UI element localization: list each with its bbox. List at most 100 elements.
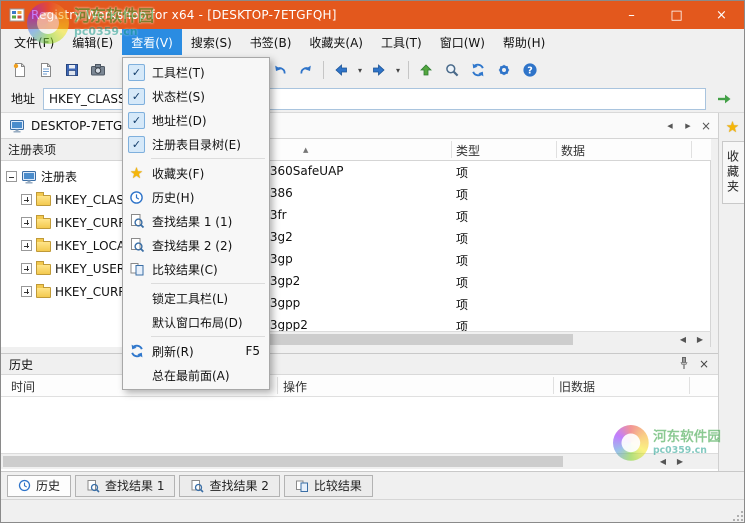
menu-item-lock-toolbar[interactable]: 锁定工具栏(L) — [124, 286, 268, 310]
tab-find-results-2[interactable]: 查找结果 2 — [179, 474, 280, 497]
svg-text:?: ? — [527, 65, 533, 76]
column-separator[interactable] — [556, 141, 557, 158]
expand-icon[interactable] — [21, 240, 32, 251]
scroll-right-icon[interactable]: ▶ — [692, 333, 708, 346]
history-horizontal-scrollbar[interactable]: ◀ ▶ — [1, 453, 718, 469]
column-separator[interactable] — [691, 141, 692, 158]
column-header-type[interactable]: 类型 — [456, 142, 480, 159]
undo-icon[interactable] — [267, 58, 293, 82]
tree-panel-caption: 注册表项 — [1, 139, 131, 161]
row-type: 项 — [456, 210, 469, 224]
up-level-icon[interactable] — [413, 58, 439, 82]
maximize-button[interactable]: □ — [654, 1, 699, 29]
history-title: 历史 — [9, 357, 34, 372]
resize-grip[interactable] — [731, 509, 744, 522]
prev-window-icon[interactable]: ◀ — [662, 118, 678, 134]
expand-icon[interactable] — [21, 286, 32, 297]
snapshot-camera-icon[interactable] — [85, 58, 111, 82]
column-header-data[interactable]: 数据 — [561, 142, 585, 159]
settings-gear-icon[interactable] — [491, 58, 517, 82]
column-separator[interactable] — [553, 377, 554, 394]
menu-item-registry-tree[interactable]: ✓ 注册表目录树(E) — [124, 132, 268, 156]
go-arrow-icon[interactable] — [710, 87, 740, 111]
row-name: .3gpp2 — [266, 318, 308, 331]
history-caption-buttons: × — [677, 356, 712, 373]
favorites-strip: ★ 收藏夹 — [718, 113, 745, 471]
menu-item-history[interactable]: 历史(H) — [124, 185, 268, 209]
pin-icon[interactable] — [677, 356, 691, 373]
refresh-icon[interactable] — [465, 58, 491, 82]
tab-find-results-1[interactable]: 查找结果 1 — [75, 474, 176, 497]
favorites-side-tab[interactable]: 收藏夹 — [721, 141, 744, 204]
menu-item-toolbar[interactable]: ✓ 工具栏(T) — [124, 60, 268, 84]
help-icon[interactable]: ? — [517, 58, 543, 82]
tree-node-hkey-users[interactable]: HKEY_USERS — [1, 257, 130, 280]
tree-node-hkey-current-config[interactable]: HKEY_CURRENT_CONFIG — [1, 280, 130, 303]
tab-history[interactable]: 历史 — [7, 474, 72, 497]
tree-node-hkey-current-user[interactable]: HKEY_CURRENT_USER — [1, 211, 130, 234]
search-icon[interactable] — [439, 58, 465, 82]
menu-bookmarks[interactable]: 书签(B) — [241, 29, 301, 55]
column-separator[interactable] — [451, 141, 452, 158]
forward-dropdown-icon[interactable]: ▾ — [392, 58, 404, 82]
menu-help[interactable]: 帮助(H) — [494, 29, 554, 55]
menu-item-label: 工具栏(T) — [152, 65, 205, 80]
menu-item-find-results-2[interactable]: 查找结果 2 (2) — [124, 233, 268, 257]
save-icon[interactable] — [59, 58, 85, 82]
scroll-left-icon[interactable]: ◀ — [675, 333, 691, 346]
tree-node-hkey-local-machine[interactable]: HKEY_LOCAL_MACHINE — [1, 234, 130, 257]
scroll-left-icon[interactable]: ◀ — [655, 455, 671, 468]
computer-icon — [9, 118, 25, 134]
close-panel-icon[interactable]: × — [696, 357, 712, 371]
find-results-icon — [191, 479, 205, 493]
menu-window[interactable]: 窗口(W) — [431, 29, 494, 55]
new-key-icon[interactable] — [7, 58, 33, 82]
tree-node-hkey-classes-root[interactable]: HKEY_CLASSES_ROOT — [1, 188, 130, 211]
scrollbar-thumb[interactable] — [3, 456, 563, 467]
history-panel: 历史 × 时间 操作 旧数据 ◀ ▶ — [1, 353, 718, 471]
menu-favorites[interactable]: 收藏夹(A) — [300, 29, 372, 55]
menu-view[interactable]: 查看(V) — [122, 29, 182, 55]
column-separator[interactable] — [277, 377, 278, 394]
addressbar: 地址 — [1, 85, 744, 113]
column-header-operation[interactable]: 操作 — [283, 378, 307, 395]
menu-tools[interactable]: 工具(T) — [372, 29, 431, 55]
menu-item-addressbar[interactable]: ✓ 地址栏(D) — [124, 108, 268, 132]
minimize-button[interactable]: – — [609, 1, 654, 29]
menu-item-find-results-1[interactable]: 查找结果 1 (1) — [124, 209, 268, 233]
folder-icon — [36, 284, 51, 298]
close-window-icon[interactable]: × — [698, 118, 714, 134]
close-button[interactable]: × — [699, 1, 744, 29]
menu-item-favorites[interactable]: ★ 收藏夹(F) — [124, 161, 268, 185]
menu-item-statusbar[interactable]: ✓ 状态栏(S) — [124, 84, 268, 108]
tab-compare-results[interactable]: 比较结果 — [283, 474, 373, 497]
forward-icon[interactable] — [366, 58, 392, 82]
favorites-star-icon[interactable]: ★ — [721, 115, 745, 139]
menu-item-compare-results[interactable]: 比较结果(C) — [124, 257, 268, 281]
menu-search[interactable]: 搜索(S) — [182, 29, 241, 55]
expand-icon[interactable] — [21, 263, 32, 274]
tree-root[interactable]: 注册表 — [1, 165, 130, 188]
column-header-time[interactable]: 时间 — [11, 378, 35, 395]
back-dropdown-icon[interactable]: ▾ — [354, 58, 366, 82]
toolbar-separator — [408, 61, 409, 79]
new-value-icon[interactable] — [33, 58, 59, 82]
menu-file[interactable]: 文件(F) — [5, 29, 63, 55]
redo-icon[interactable] — [293, 58, 319, 82]
star-icon: ★ — [129, 164, 144, 182]
expand-icon[interactable] — [21, 194, 32, 205]
expand-icon[interactable] — [21, 217, 32, 228]
menu-item-default-layout[interactable]: 默认窗口布局(D) — [124, 310, 268, 334]
toolbar: ▾ ▾ ? — [1, 55, 744, 85]
column-header-old-data[interactable]: 旧数据 — [559, 378, 595, 395]
menu-edit[interactable]: 编辑(E) — [63, 29, 122, 55]
sort-ascending-icon: ▲ — [303, 146, 309, 154]
menu-item-always-on-top[interactable]: 总在最前面(A) — [124, 363, 268, 387]
collapse-icon[interactable] — [6, 171, 17, 182]
scroll-right-icon[interactable]: ▶ — [672, 455, 688, 468]
folder-icon — [36, 192, 51, 206]
next-window-icon[interactable]: ▶ — [680, 118, 696, 134]
column-separator[interactable] — [689, 377, 690, 394]
back-icon[interactable] — [328, 58, 354, 82]
menu-item-refresh[interactable]: 刷新(R) F5 — [124, 339, 268, 363]
